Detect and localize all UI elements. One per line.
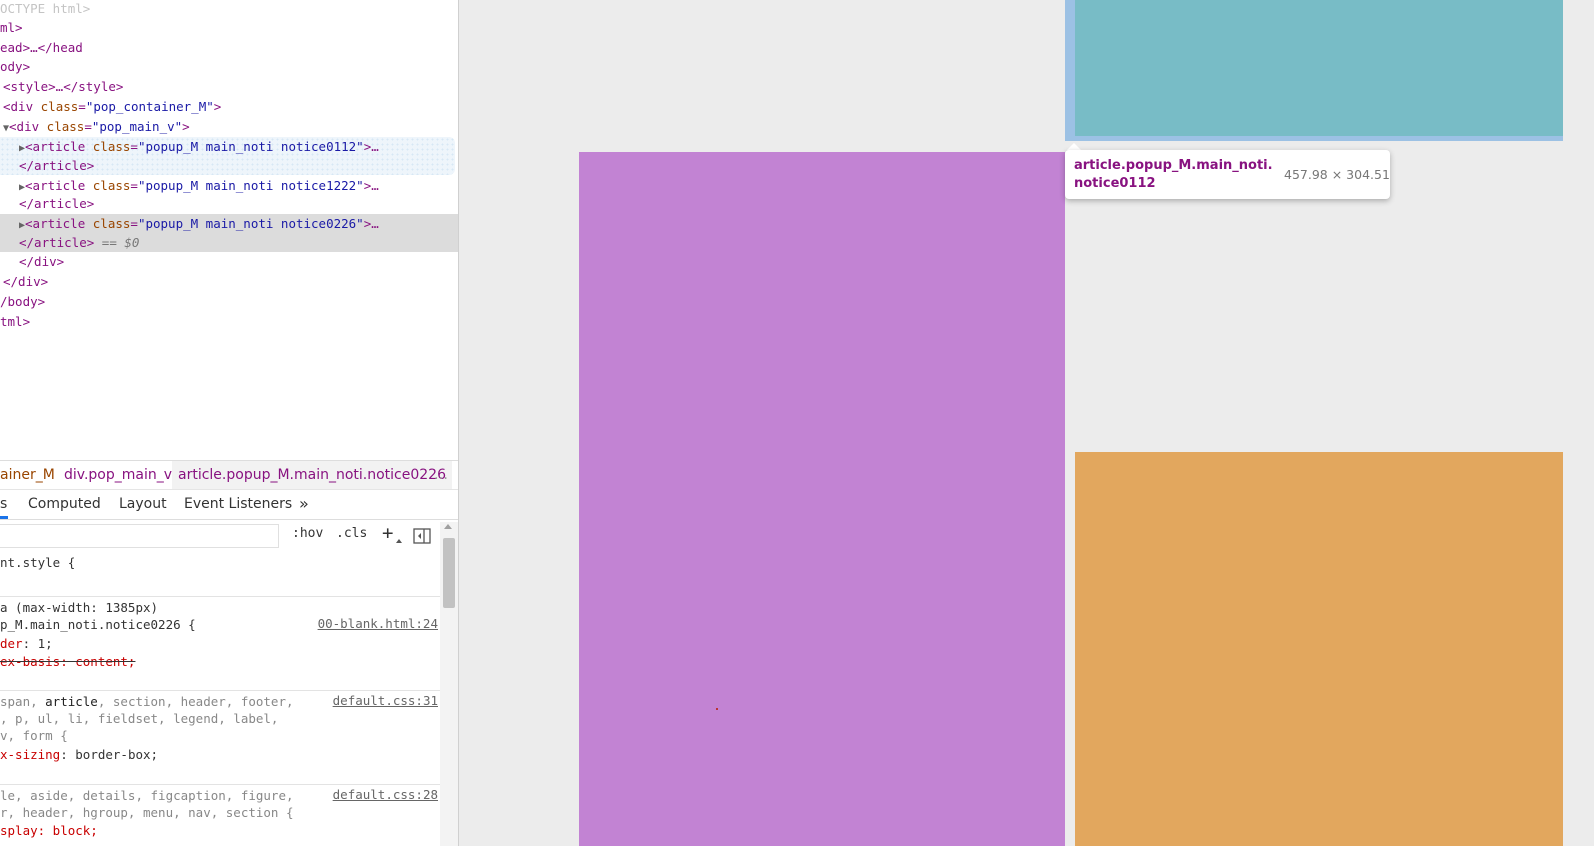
- body-node[interactable]: ody>: [0, 57, 30, 76]
- elements-tree: OCTYPE html> ml> ead>…</head ody> <style…: [0, 0, 458, 460]
- property-name: splay: block;: [0, 823, 98, 838]
- article-node-0112[interactable]: ▶<article class="popup_M main_noti notic…: [19, 137, 379, 156]
- article-close-0226[interactable]: </article> == $0: [19, 233, 139, 252]
- rule-selector-line: , p, ul, li, fieldset, legend, label,: [0, 711, 279, 726]
- article-attr: class: [92, 178, 131, 193]
- container-tag: <div: [3, 99, 41, 114]
- article-notice0226[interactable]: [579, 152, 1065, 846]
- container-attr: class: [40, 99, 79, 114]
- main-div-node[interactable]: ▼<div class="pop_main_v">: [3, 117, 190, 136]
- container-value: "pop_container_M": [85, 99, 214, 114]
- more-tabs-icon[interactable]: »: [299, 489, 309, 519]
- style-node[interactable]: <style>…</style>: [3, 77, 123, 96]
- rule-selector[interactable]: span, article, section, header, footer,: [0, 693, 294, 710]
- styles-tabbar: s Computed Layout Event Listeners »: [0, 489, 458, 520]
- article-close-tag: </article>: [19, 235, 95, 250]
- main-attr: class: [46, 119, 85, 134]
- article-tag: <article: [25, 178, 93, 193]
- breadcrumb-item-selected[interactable]: article.popup_M.main_noti.notice0226: [172, 461, 452, 489]
- tooltip-arrow: [1067, 143, 1081, 150]
- selected-marker: == $0: [101, 235, 140, 250]
- breadcrumb-item[interactable]: div.pop_main_v: [64, 461, 172, 489]
- container-div-node[interactable]: <div class="pop_container_M">: [3, 97, 221, 116]
- head-node[interactable]: ead>…</head: [0, 38, 83, 57]
- article-notice1222[interactable]: [1075, 452, 1563, 846]
- article-tail: >…: [363, 178, 379, 193]
- tooltip-element-name: article.popup_M.main_noti.notice0112: [1074, 158, 1273, 191]
- property-name: x-sizing: [0, 747, 61, 762]
- article-close-0112[interactable]: </article>: [19, 156, 94, 175]
- rule-source-link[interactable]: default.css:28: [333, 787, 438, 802]
- tab-event-listeners[interactable]: Event Listeners: [184, 489, 292, 519]
- rule-selector[interactable]: p_M.main_noti.notice0226 {: [0, 616, 196, 633]
- article-class-value: "popup_M main_noti notice1222": [137, 178, 364, 193]
- style-rule: a (max-width: 1385px) p_M.main_noti.noti…: [0, 596, 440, 691]
- style-rule: span, article, section, header, footer, …: [0, 690, 440, 785]
- body-close-node[interactable]: /body>: [0, 292, 45, 311]
- cls-button[interactable]: .cls: [336, 526, 367, 541]
- overridden-property[interactable]: ex-basis: content;: [0, 653, 135, 670]
- tooltip-dimensions: 457.98 × 304.51: [1284, 167, 1390, 182]
- selector-match: article: [45, 694, 98, 709]
- filter-input[interactable]: [0, 524, 279, 548]
- style-rule: le, aside, details, figcaption, figure, …: [0, 784, 440, 846]
- rule-source-link[interactable]: default.css:31: [333, 693, 438, 708]
- breadcrumb-item[interactable]: ainer_M: [0, 461, 55, 489]
- div-close-node[interactable]: </div>: [3, 272, 48, 291]
- property-name: der: [0, 636, 23, 651]
- rule-property[interactable]: der: 1;: [0, 635, 53, 652]
- media-query: a (max-width: 1385px): [0, 600, 159, 615]
- article-node-1222[interactable]: ▶<article class="popup_M main_noti notic…: [19, 176, 379, 195]
- inspect-tooltip: article.popup_M.main_noti.notice0112 457…: [1065, 150, 1390, 199]
- html-close-node[interactable]: tml>: [0, 312, 30, 331]
- new-rule-button[interactable]: +: [382, 522, 393, 544]
- html-node[interactable]: ml>: [0, 18, 23, 37]
- page-preview: article.popup_M.main_noti.notice0112 457…: [459, 0, 1594, 846]
- article-class-value: "popup_M main_noti notice0112": [137, 139, 364, 154]
- article-class-value: "popup_M main_noti notice0226": [137, 216, 364, 231]
- article-notice0112[interactable]: [1075, 0, 1563, 136]
- styles-filter-bar: :hov .cls +: [0, 520, 440, 552]
- hov-button[interactable]: :hov: [292, 526, 323, 541]
- breadcrumb-more[interactable]: …: [434, 461, 448, 489]
- article-tag: <article: [25, 139, 93, 154]
- devtools-panel: OCTYPE html> ml> ead>…</head ody> <style…: [0, 0, 459, 846]
- article-tag: <article: [25, 216, 93, 231]
- tab-styles[interactable]: s: [0, 489, 7, 519]
- main-tag: <div: [9, 119, 47, 134]
- article-attr: class: [92, 139, 131, 154]
- property-value: : border-box;: [60, 747, 159, 762]
- scroll-up-icon[interactable]: [444, 524, 452, 529]
- rule-selector[interactable]: le, aside, details, figcaption, figure,: [0, 787, 294, 804]
- rule-property[interactable]: x-sizing: border-box;: [0, 746, 158, 763]
- dropdown-corner-icon: [396, 539, 402, 543]
- rule-source-link[interactable]: 00-blank.html:24: [318, 616, 438, 631]
- breadcrumb: ainer_M div.pop_main_v article.popup_M.m…: [0, 460, 458, 490]
- article-attr: class: [92, 216, 131, 231]
- tab-layout[interactable]: Layout: [119, 489, 167, 519]
- tab-computed[interactable]: Computed: [28, 489, 101, 519]
- sidebar-toggle-icon[interactable]: [413, 528, 431, 544]
- article-close-1222[interactable]: </article>: [19, 194, 94, 213]
- rule-selector-line: v, form {: [0, 728, 68, 743]
- article-tail: >…: [363, 139, 379, 154]
- rule-property[interactable]: splay: block;: [0, 822, 98, 839]
- rule-selector-line: r, header, hgroup, menu, nav, section {: [0, 805, 294, 820]
- selector-part: , section, header, footer,: [97, 694, 294, 709]
- element-style-selector[interactable]: nt.style {: [0, 554, 75, 571]
- stray-dot: [716, 708, 718, 710]
- active-tab-indicator: [0, 516, 8, 519]
- div-close-node[interactable]: </div>: [19, 252, 64, 271]
- property-value: : 1;: [22, 636, 53, 651]
- article-node-0226[interactable]: ▶<article class="popup_M main_noti notic…: [19, 214, 379, 233]
- scrollbar-thumb[interactable]: [443, 538, 455, 608]
- main-value: "pop_main_v": [91, 119, 183, 134]
- styles-pane: nt.style { a (max-width: 1385px) p_M.mai…: [0, 552, 440, 846]
- property-overridden: ex-basis: content;: [0, 654, 136, 669]
- selector-part: span,: [0, 694, 46, 709]
- article-tail: >…: [363, 216, 379, 231]
- doctype-node[interactable]: OCTYPE html>: [0, 0, 90, 18]
